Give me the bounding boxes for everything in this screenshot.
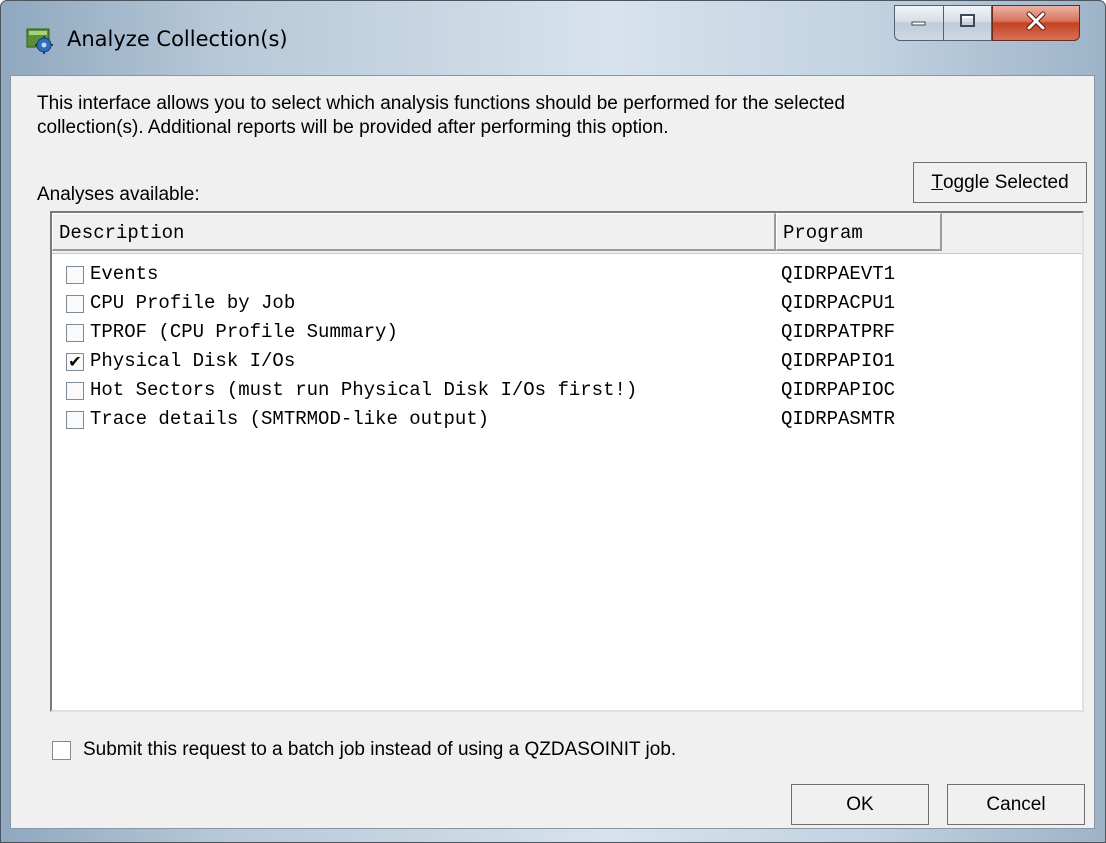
maximize-icon [959,13,977,34]
list-item[interactable]: TPROF (CPU Profile Summary) QIDRPATPRF [52,321,1082,350]
maximize-button[interactable] [943,5,992,41]
close-icon [1025,11,1047,36]
list-item[interactable]: CPU Profile by Job QIDRPACPU1 [52,292,1082,321]
analyses-available-label: Analyses available: [37,184,200,205]
toggle-label: oggle Selected [942,171,1069,193]
row-program: QIDRPAPIOC [781,379,896,401]
ok-button[interactable]: OK [791,784,929,825]
row-checkbox[interactable] [66,295,84,313]
intro-line-1: This interface allows you to select whic… [37,93,845,114]
row-program: QIDRPACPU1 [781,292,896,314]
cancel-button[interactable]: Cancel [947,784,1085,825]
batch-job-label[interactable]: Submit this request to a batch job inste… [83,739,676,761]
row-checkbox[interactable] [66,411,84,429]
row-program: QIDRPAPIO1 [781,350,896,372]
intro-line-2: collection(s). Additional reports will b… [37,117,669,138]
analyze-gear-icon [26,26,54,54]
row-description: TPROF (CPU Profile Summary) [90,321,398,343]
dialog-client-area: This interface allows you to select whic… [10,75,1095,829]
row-checkbox[interactable]: ✔ [66,353,84,371]
list-rows: Events QIDRPAEVT1 CPU Profile by Job QID… [52,263,1082,437]
row-description: Hot Sectors (must run Physical Disk I/Os… [90,379,638,401]
list-item[interactable]: Hot Sectors (must run Physical Disk I/Os… [52,379,1082,408]
row-program: QIDRPATPRF [781,321,896,343]
row-description: CPU Profile by Job [90,292,296,314]
batch-job-checkbox[interactable] [52,741,71,760]
column-header-program[interactable]: Program [776,213,942,251]
column-header-description[interactable]: Description [52,213,776,251]
row-program: QIDRPAEVT1 [781,263,896,285]
title-bar[interactable]: Analyze Collection(s) [1,1,1105,75]
minimize-icon [910,14,928,32]
list-header: Description Program [52,213,1082,254]
row-description: Trace details (SMTRMOD-like output) [90,408,490,430]
intro-text: This interface allows you to select whic… [37,92,1037,140]
toggle-selected-button[interactable]: Toggle Selected [913,162,1087,203]
list-item[interactable]: Trace details (SMTRMOD-like output) QIDR… [52,408,1082,437]
row-checkbox[interactable] [66,324,84,342]
row-program: QIDRPASMTR [781,408,896,430]
list-item[interactable]: Events QIDRPAEVT1 [52,263,1082,292]
row-description: Physical Disk I/Os [90,350,296,372]
toggle-accelerator: T [931,171,943,193]
close-button[interactable] [992,5,1080,41]
minimize-button[interactable] [894,5,943,41]
window-title: Analyze Collection(s) [67,27,288,51]
row-description: Events [90,263,159,285]
analyses-list[interactable]: Description Program Events QIDRPAEVT1 CP… [50,211,1084,712]
dialog-window: Analyze Collection(s) This interface all… [0,0,1106,843]
caption-buttons [894,5,1080,43]
list-item[interactable]: ✔ Physical Disk I/Os QIDRPAPIO1 [52,350,1082,379]
row-checkbox[interactable] [66,266,84,284]
row-checkbox[interactable] [66,382,84,400]
